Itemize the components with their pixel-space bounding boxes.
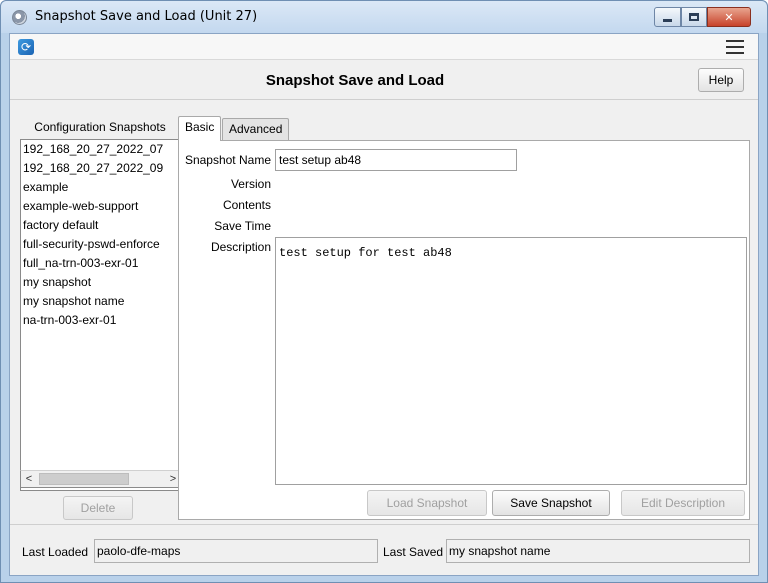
- delete-button[interactable]: Delete: [63, 496, 133, 520]
- status-footer: Last Loaded paolo-dfe-maps Last Saved my…: [10, 524, 758, 575]
- list-item[interactable]: 192_168_20_27_2022_09: [21, 159, 181, 178]
- horizontal-scrollbar[interactable]: < >: [20, 470, 182, 488]
- last-saved-field: my snapshot name: [446, 539, 750, 563]
- menu-bar-line: [726, 40, 744, 42]
- refresh-icon[interactable]: ⟳: [18, 39, 34, 55]
- page-header: Snapshot Save and Load Help: [10, 60, 758, 100]
- hamburger-menu-icon[interactable]: [726, 40, 744, 54]
- version-label: Version: [230, 177, 271, 191]
- close-icon: ✕: [724, 11, 734, 24]
- last-saved-label: Last Saved: [383, 545, 444, 559]
- list-item[interactable]: my snapshot: [21, 273, 181, 292]
- edit-description-button[interactable]: Edit Description: [621, 490, 745, 516]
- menu-bar-line: [726, 52, 744, 54]
- list-item[interactable]: 192_168_20_27_2022_07: [21, 140, 181, 159]
- maximize-button[interactable]: [681, 7, 707, 27]
- list-item[interactable]: na-trn-003-exr-01: [21, 311, 181, 330]
- list-item[interactable]: example: [21, 178, 181, 197]
- minimize-button[interactable]: [654, 7, 681, 27]
- load-snapshot-button[interactable]: Load Snapshot: [367, 490, 487, 516]
- last-loaded-label: Last Loaded: [22, 545, 89, 559]
- maximize-icon: [689, 13, 699, 21]
- window-title: Snapshot Save and Load (Unit 27): [35, 9, 258, 24]
- snapshot-list[interactable]: 192_168_20_27_2022_07 192_168_20_27_2022…: [20, 139, 182, 491]
- toolbar: ⟳: [10, 34, 758, 60]
- app-window: Snapshot Save and Load (Unit 27) ✕ ⟳ Sna…: [0, 0, 768, 583]
- scroll-left-icon[interactable]: <: [21, 471, 37, 487]
- list-item[interactable]: full_na-trn-003-exr-01: [21, 254, 181, 273]
- save-snapshot-button[interactable]: Save Snapshot: [492, 490, 610, 516]
- page-title: Snapshot Save and Load: [265, 72, 445, 89]
- tab-advanced[interactable]: Advanced: [222, 118, 290, 140]
- list-item[interactable]: factory default: [21, 216, 181, 235]
- client-area: ⟳ Snapshot Save and Load Help Configurat…: [9, 33, 759, 576]
- contents-label: Contents: [222, 198, 271, 212]
- last-loaded-field: paolo-dfe-maps: [94, 539, 378, 563]
- snapshot-name-label: Snapshot Name: [184, 153, 271, 167]
- description-textarea[interactable]: test setup for test ab48: [275, 237, 747, 485]
- snapshots-label: Configuration Snapshots: [34, 120, 166, 134]
- basic-tab-panel: Snapshot Name Version Contents Save Time…: [178, 140, 750, 520]
- menu-bar-line: [726, 46, 744, 48]
- list-item[interactable]: example-web-support: [21, 197, 181, 216]
- description-label: Description: [210, 240, 271, 254]
- close-button[interactable]: ✕: [707, 7, 751, 27]
- save-time-label: Save Time: [214, 219, 271, 233]
- minimize-icon: [663, 19, 672, 22]
- tab-basic[interactable]: Basic: [178, 116, 222, 141]
- title-bar: Snapshot Save and Load (Unit 27) ✕: [1, 1, 767, 33]
- help-button[interactable]: Help: [698, 68, 744, 92]
- list-item[interactable]: my snapshot name: [21, 292, 181, 311]
- app-gear-icon: [12, 10, 27, 25]
- snapshot-name-input[interactable]: [275, 149, 517, 171]
- list-item[interactable]: full-security-pswd-enforce: [21, 235, 181, 254]
- scrollbar-thumb[interactable]: [39, 473, 129, 485]
